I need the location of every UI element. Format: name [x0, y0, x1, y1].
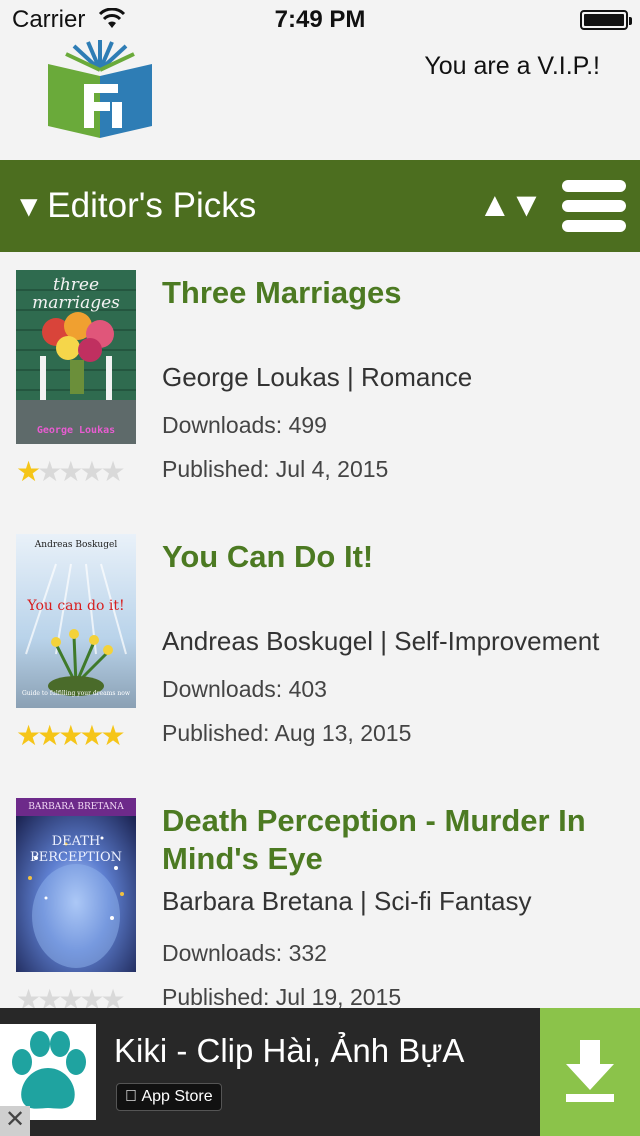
book-published: Published: Aug 13, 2015: [162, 720, 412, 746]
app-logo: [44, 40, 156, 140]
book-downloads: Downloads: 403: [162, 676, 327, 702]
book-list-item[interactable]: BARBARA BRETANA DEATH PERCEPTION ★★★★★ D…: [0, 780, 640, 1008]
vip-status: You are a V.I.P.!: [424, 52, 600, 80]
apple-icon: : [125, 1088, 137, 1105]
ad-banner[interactable]: Kiki - Clip Hài, Ảnh BựA  App Store ✕: [0, 1008, 640, 1136]
download-button[interactable]: [540, 1008, 640, 1136]
cover-author-text: BARBARA BRETANA: [28, 802, 124, 812]
app-store-badge[interactable]:  App Store: [116, 1083, 222, 1111]
app-store-label: App Store: [125, 1088, 212, 1105]
clock: 7:49 PM: [274, 6, 366, 33]
book-list-item[interactable]: three marriages George Loukas ★★★★★ Thre…: [0, 252, 640, 516]
cover-top-text: three marriages: [32, 275, 120, 313]
category-bar: ▾ Editor's Picks ▲▼: [0, 160, 640, 252]
book-author-genre: Andreas Boskugel | Self-Improvement: [162, 626, 600, 656]
cover-title-text: DEATH PERCEPTION: [29, 834, 123, 865]
rating-stars: ★★★★★: [16, 984, 126, 1009]
sort-toggle-icon[interactable]: ▲▼: [478, 186, 543, 225]
close-ad-icon[interactable]: ✕: [0, 1106, 30, 1136]
book-published: Published: Jul 4, 2015: [162, 456, 389, 482]
battery-icon: [580, 10, 632, 30]
cover-author-text: George Loukas: [36, 425, 116, 436]
book-author-genre: Barbara Bretana | Sci-fi Fantasy: [162, 886, 532, 916]
cover-subtitle-text: Guide to fulfilling your dreams now: [22, 690, 130, 697]
book-title[interactable]: You Can Do It!: [162, 538, 622, 576]
cover-title-text: You can do it!: [27, 598, 125, 614]
book-title[interactable]: Death Perception - Murder In Mind's Eye: [162, 802, 622, 878]
category-selector[interactable]: ▾ Editor's Picks: [20, 186, 256, 226]
book-list[interactable]: three marriages George Loukas ★★★★★ Thre…: [0, 252, 640, 1008]
book-title[interactable]: Three Marriages: [162, 274, 622, 312]
book-author-genre: George Loukas | Romance: [162, 362, 473, 392]
ad-app-name[interactable]: Kiki - Clip Hài, Ảnh BựA: [114, 1032, 464, 1070]
book-downloads: Downloads: 332: [162, 940, 327, 966]
book-downloads: Downloads: 499: [162, 412, 327, 438]
book-cover[interactable]: BARBARA BRETANA DEATH PERCEPTION: [16, 798, 136, 972]
rating-stars: ★★★★★: [16, 720, 126, 751]
download-icon: [566, 1040, 614, 1102]
book-cover[interactable]: three marriages George Loukas: [16, 270, 136, 444]
rating-stars: ★★★★★: [16, 456, 126, 487]
hamburger-menu-icon[interactable]: [562, 178, 628, 234]
status-bar: Carrier 7:49 PM: [0, 0, 640, 40]
book-list-item[interactable]: Andreas Boskugel You can do it! Guide to…: [0, 516, 640, 780]
cover-author-text: Andreas Boskugel: [34, 540, 118, 550]
book-cover[interactable]: Andreas Boskugel You can do it! Guide to…: [16, 534, 136, 708]
book-published: Published: Jul 19, 2015: [162, 984, 402, 1008]
